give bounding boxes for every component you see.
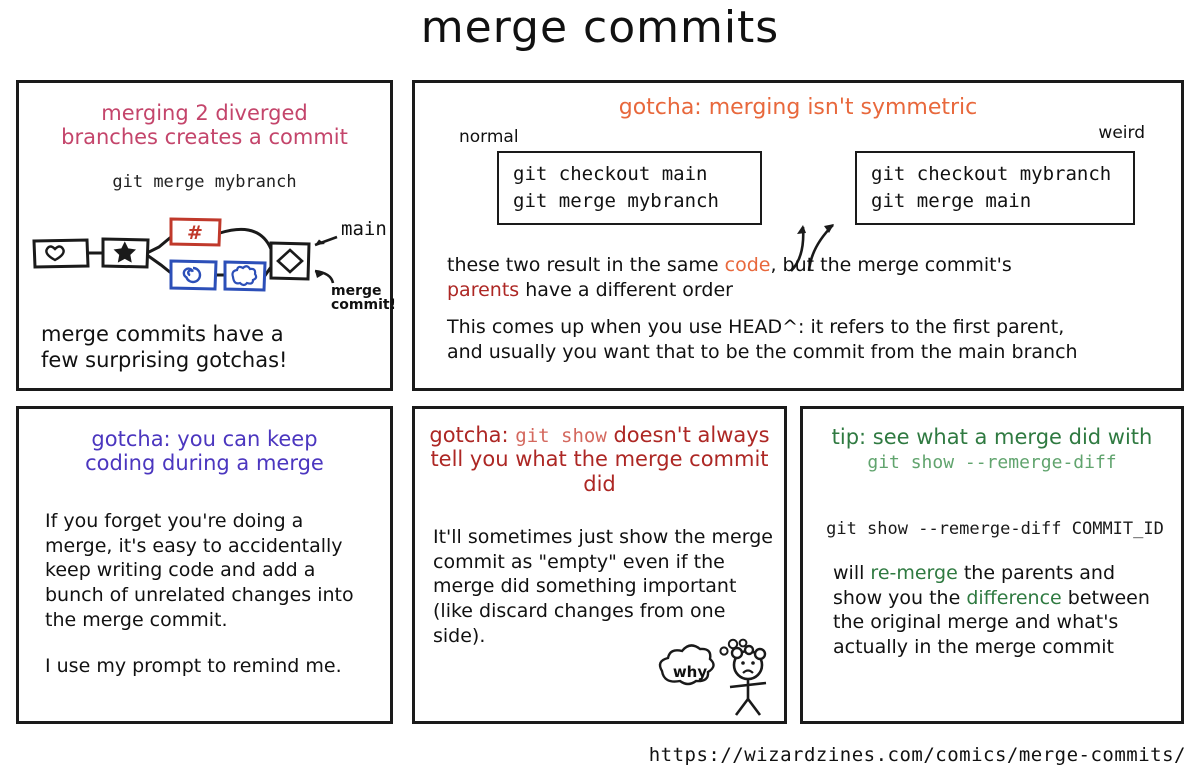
commit-graph-diagram: # main merge commit!: [32, 217, 396, 311]
panel-git-show-gotcha: gotcha: git show doesn't always tell you…: [412, 406, 787, 724]
graph-label-merge-line2: commit!: [331, 297, 396, 311]
keepcoding-title-line1: gotcha: you can keep: [91, 427, 318, 451]
figure-bun-left: [730, 646, 744, 660]
tip-title-code: git show --remerge-diff: [867, 452, 1117, 474]
label-weird: weird: [1098, 123, 1145, 143]
para2-line1: This comes up when you use HEAD^: it ref…: [447, 316, 1065, 338]
panel-intro-title: merging 2 diverged branches creates a co…: [19, 101, 390, 150]
tip-body-a: will: [833, 562, 871, 584]
intro-title-line1: merging 2 diverged: [101, 101, 308, 125]
intro-footer-text: merge commits have a few surprising gotc…: [41, 321, 381, 374]
highlight-remerge: re-merge: [870, 562, 958, 584]
codebox-normal-line2: git merge mybranch: [513, 189, 719, 212]
panel-gitshow-title: gotcha: git show doesn't always tell you…: [415, 423, 784, 496]
panel-keep-coding-during-merge: gotcha: you can keep coding during a mer…: [16, 406, 393, 724]
page-title: merge commits: [420, 2, 780, 53]
para1-text-c: have a different order: [519, 278, 733, 301]
tip-body: will re-merge the parents and show you t…: [833, 561, 1163, 660]
graph-label-main: main: [341, 218, 387, 240]
edge-star-spiral: [146, 253, 172, 275]
panel-tip-remerge-diff: tip: see what a merge did with git show …: [800, 406, 1184, 724]
figure-bun-top: [743, 644, 755, 656]
para1-text-b: , but the merge commit's: [770, 254, 1012, 276]
keepcoding-body: If you forget you're doing a merge, it's…: [45, 509, 375, 701]
keepcoding-paragraph-2: I use my prompt to remind me.: [45, 655, 342, 678]
codebox-weird-line2: git merge main: [871, 189, 1032, 212]
para1-text-a: these two result in the same: [447, 254, 725, 276]
intro-footer-line1: merge commits have a: [41, 322, 284, 346]
edge-star-hash: [146, 235, 172, 255]
label-normal: normal: [459, 127, 519, 147]
panel-merging-not-symmetric: gotcha: merging isn't symmetric normal w…: [412, 80, 1184, 391]
gitshow-title-code: git show: [515, 425, 607, 447]
symmetric-paragraph-2: This comes up when you use HEAD^: it ref…: [447, 315, 1177, 364]
edge-hash-merge: [219, 227, 273, 250]
commit-node-spiral: [169, 259, 218, 291]
panel-keepcoding-title: gotcha: you can keep coding during a mer…: [19, 427, 390, 476]
commit-node-squiggle: [223, 260, 267, 292]
figure-eye-left: [741, 661, 745, 665]
intro-command: git merge mybranch: [112, 171, 297, 192]
intro-title-line2: branches creates a commit: [61, 125, 348, 150]
panel-merging-intro: merging 2 diverged branches creates a co…: [16, 80, 396, 391]
commit-node-hash: #: [169, 217, 222, 247]
stick-figure-confused: why: [658, 638, 767, 716]
figure-legs: [734, 698, 762, 716]
highlight-difference: difference: [966, 586, 1062, 609]
commit-node-heart: [32, 238, 90, 269]
highlight-code: code: [724, 254, 771, 276]
keepcoding-paragraph-1: If you forget you're doing a merge, it's…: [45, 510, 354, 631]
svg-text:#: #: [187, 222, 203, 244]
tip-title-text: tip: see what a merge did with: [831, 425, 1153, 449]
figure-eye-right: [751, 661, 755, 665]
bubble-small-3: [738, 638, 748, 648]
para2-line2: and usually you want that to be the comm…: [447, 340, 1078, 363]
thought-bubble-text: why: [673, 663, 708, 681]
commit-node-merge-diamond: [269, 241, 311, 281]
figure-bun-right: [753, 647, 767, 661]
codebox-weird-line1: git checkout mybranch: [871, 163, 1112, 185]
bubble-small-1: [719, 646, 729, 656]
intro-footer-line2: few surprising gotchas!: [41, 348, 288, 373]
tip-command: git show --remerge-diff COMMIT_ID: [826, 519, 1164, 539]
footer-url[interactable]: https://wizardzines.com/comics/merge-com…: [649, 744, 1186, 766]
panel-tip-title: tip: see what a merge did with git show …: [803, 425, 1181, 474]
keepcoding-title-line2: coding during a merge: [85, 451, 324, 476]
commit-node-star: [101, 237, 150, 269]
codebox-weird: git checkout mybranch git merge main: [855, 151, 1135, 225]
highlight-parents: parents: [447, 278, 520, 301]
codebox-normal-line1: git checkout main: [513, 163, 708, 185]
panel-symmetric-title: gotcha: merging isn't symmetric: [618, 95, 978, 120]
codebox-normal: git checkout main git merge mybranch: [497, 151, 762, 225]
symmetric-paragraph-1: these two result in the same code, but t…: [447, 253, 1159, 302]
gitshow-title-a: gotcha:: [429, 423, 516, 447]
